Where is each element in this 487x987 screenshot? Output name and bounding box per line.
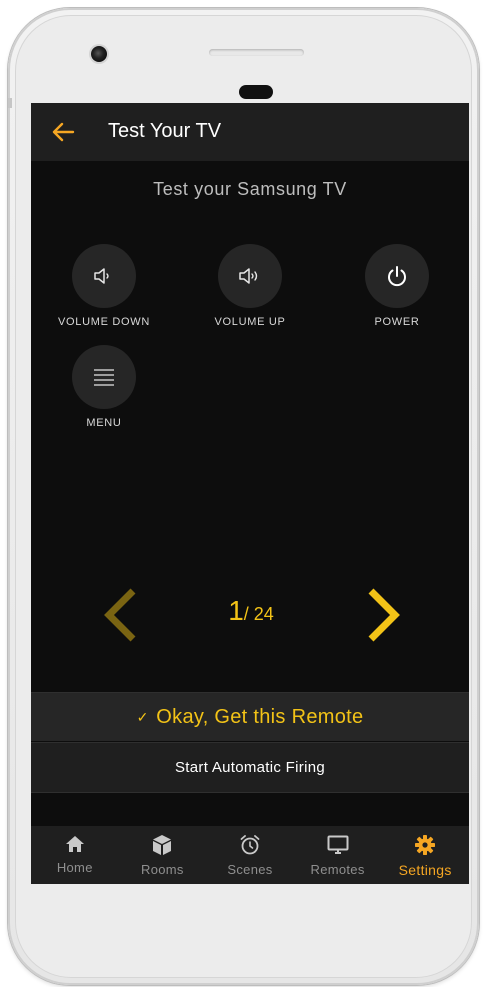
tab-home[interactable]: Home (31, 826, 119, 884)
tab-rooms-label: Rooms (141, 862, 184, 877)
phone-side-button (8, 98, 12, 108)
start-automatic-firing-label: Start Automatic Firing (175, 759, 325, 776)
menu-icon (94, 369, 114, 386)
proximity-sensor (239, 85, 273, 99)
volume-down-icon (94, 268, 109, 284)
volume-down-circle[interactable] (72, 244, 136, 308)
volume-up-icon (239, 268, 258, 284)
tab-scenes-label: Scenes (227, 862, 273, 877)
app-bar: Test Your TV (31, 103, 469, 161)
get-remote-label: Okay, Get this Remote (156, 705, 364, 728)
tab-settings-label: Settings (398, 862, 452, 878)
back-arrow-icon[interactable] (51, 122, 75, 142)
home-icon (65, 836, 84, 852)
tab-scenes[interactable]: Scenes (206, 826, 294, 884)
pager-current: 1 (228, 595, 244, 626)
tab-settings[interactable]: Settings (381, 826, 469, 884)
volume-down-label: VOLUME DOWN (57, 316, 151, 328)
front-camera (91, 46, 107, 62)
chevron-left-icon[interactable] (101, 587, 141, 643)
menu-circle[interactable] (72, 345, 136, 409)
power-icon (388, 266, 406, 287)
page-subtitle: Test your Samsung TV (153, 179, 347, 199)
power-label: POWER (374, 316, 420, 328)
app-screen: Test Your TV Test your Samsung TV VOLUME… (31, 103, 469, 884)
get-remote-button[interactable]: ✓ Okay, Get this Remote (31, 692, 469, 741)
start-automatic-firing-button[interactable]: Start Automatic Firing (31, 742, 469, 793)
alarm-clock-icon (240, 835, 260, 855)
tab-rooms[interactable]: Rooms (119, 826, 207, 884)
gear-icon (415, 835, 436, 855)
check-icon: ✓ (136, 708, 149, 725)
bottom-tab-bar: Home Rooms Scenes Remotes Settings (31, 826, 469, 884)
volume-up-button[interactable]: VOLUME UP (195, 244, 305, 328)
menu-label: MENU (86, 417, 122, 429)
volume-up-label: VOLUME UP (214, 316, 286, 328)
power-circle[interactable] (365, 244, 429, 308)
page-title: Test Your TV (108, 120, 222, 142)
tab-home-label: Home (56, 860, 93, 875)
pager-indicator: 1/ 24 (201, 595, 301, 627)
volume-down-button[interactable]: VOLUME DOWN (49, 244, 159, 328)
tab-remotes-label: Remotes (310, 862, 365, 877)
power-button[interactable]: POWER (342, 244, 452, 328)
cube-icon (153, 835, 172, 855)
earpiece-speaker (209, 49, 304, 56)
monitor-icon (327, 835, 349, 854)
tab-remotes[interactable]: Remotes (294, 826, 382, 884)
chevron-right-icon[interactable] (363, 587, 403, 643)
pager-total: / 24 (243, 604, 274, 624)
volume-up-circle[interactable] (218, 244, 282, 308)
menu-button[interactable]: MENU (49, 345, 159, 429)
